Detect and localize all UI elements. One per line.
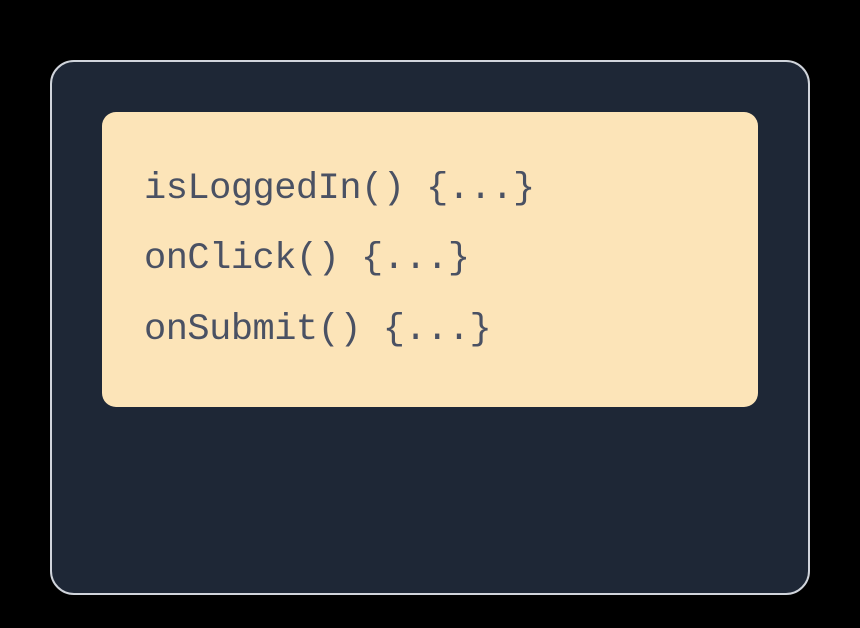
code-line: onSubmit() {...} [144,295,716,365]
outer-panel: isLoggedIn() {...} onClick() {...} onSub… [50,60,810,595]
code-line: isLoggedIn() {...} [144,154,716,224]
code-block: isLoggedIn() {...} onClick() {...} onSub… [102,112,758,407]
code-line: onClick() {...} [144,224,716,294]
